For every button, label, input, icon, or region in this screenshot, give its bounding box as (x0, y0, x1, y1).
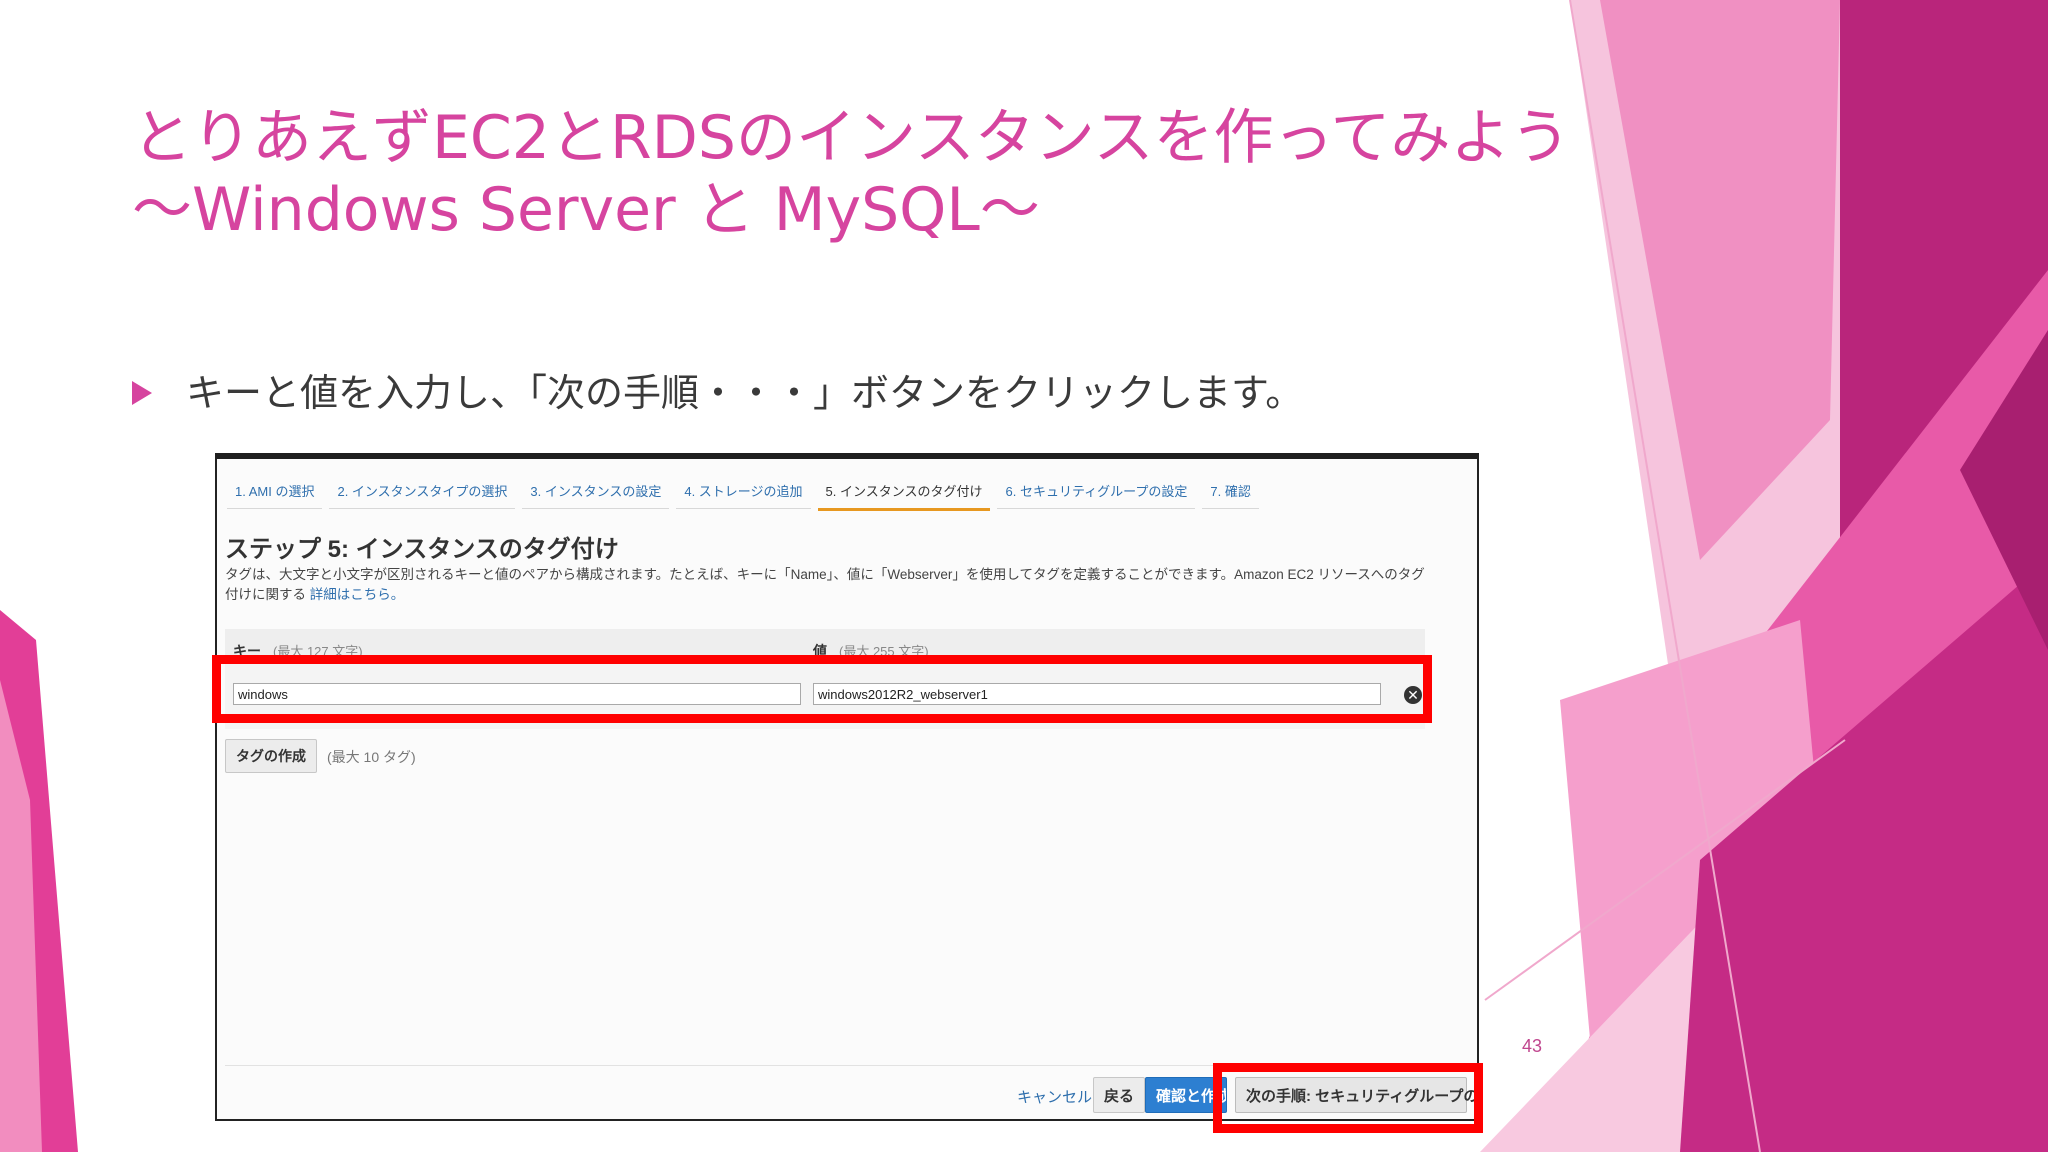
key-column-header: キー (最大 127 文字) (233, 641, 363, 661)
review-and-launch-button[interactable]: 確認と作成 (1145, 1077, 1227, 1113)
tab-instance-settings[interactable]: 3. インスタンスの設定 (522, 481, 670, 509)
step-title: ステップ 5: インスタンスのタグ付け (225, 536, 619, 563)
aws-launch-wizard-screenshot: 1. AMI の選択 2. インスタンスタイプの選択 3. インスタンスの設定 4. … (215, 453, 1479, 1121)
cancel-link[interactable]: キャンセル (1017, 1086, 1092, 1107)
tab-tags[interactable]: 5. インスタンスのタグ付け (817, 481, 991, 511)
step-description: タグは、大文字と小文字が区別されるキーと値のペアから構成されます。たとえば、キー… (225, 565, 1425, 605)
tab-storage[interactable]: 4. ストレージの追加 (676, 481, 811, 509)
instruction-text: キーと値を入力し、「次の手順・・・」ボタンをクリックします。 (186, 371, 1304, 415)
tab-instance-type[interactable]: 2. インスタンスタイプの選択 (329, 481, 516, 509)
tab-security-group[interactable]: 6. セキュリティグループの設定 (997, 481, 1196, 509)
instruction-bullet: キーと値を入力し、「次の手順・・・」ボタンをクリックします。 (132, 362, 1303, 417)
value-header-hint: (最大 255 文字) (839, 644, 929, 659)
description-text: タグは、大文字と小文字が区別されるキーと値のペアから構成されます。たとえば、キー… (225, 567, 1425, 602)
tab-review[interactable]: 7. 確認 (1202, 481, 1259, 509)
tab-ami[interactable]: 1. AMI の選択 (227, 481, 323, 509)
slide: とりあえずEC2とRDSのインスタンスを作ってみよう ～Windows Serv… (0, 0, 2048, 1152)
slide-title-line-1: とりあえずEC2とRDSのインスタンスを作ってみよう (132, 103, 1571, 173)
table-row: ✕ (225, 663, 1425, 729)
slide-title-line-2: ～Windows Server と MySQL～ (132, 175, 1040, 245)
key-header-label: キー (233, 643, 261, 659)
value-column-header: 値 (最大 255 文字) (813, 641, 929, 661)
slide-title: とりあえずEC2とRDSのインスタンスを作ってみよう ～Windows Serv… (132, 102, 1632, 246)
tag-table-header: キー (最大 127 文字) 値 (最大 255 文字) (225, 629, 1425, 664)
wizard-tabs: 1. AMI の選択 2. インスタンスタイプの選択 3. インスタンスの設定 4. … (227, 481, 1266, 513)
tag-value-input[interactable] (813, 683, 1381, 705)
key-header-hint: (最大 127 文字) (273, 644, 363, 659)
tag-key-input[interactable] (233, 683, 801, 705)
bullet-triangle-icon (132, 380, 152, 405)
footer-divider (225, 1065, 1473, 1066)
learn-more-link[interactable]: 詳細はこちら。 (310, 587, 405, 602)
back-button[interactable]: 戻る (1093, 1077, 1146, 1113)
tag-table: キー (最大 127 文字) 値 (最大 255 文字) ✕ (225, 629, 1425, 729)
max-tags-note: (最大 10 タグ) (327, 749, 416, 765)
next-security-group-button[interactable]: 次の手順: セキュリティグループの設定 (1235, 1077, 1477, 1113)
create-tag-button[interactable]: タグの作成 (225, 739, 317, 773)
close-circle-icon[interactable]: ✕ (1404, 686, 1422, 704)
page-number: 43 (1522, 1036, 1543, 1056)
value-header-label: 値 (813, 643, 827, 659)
